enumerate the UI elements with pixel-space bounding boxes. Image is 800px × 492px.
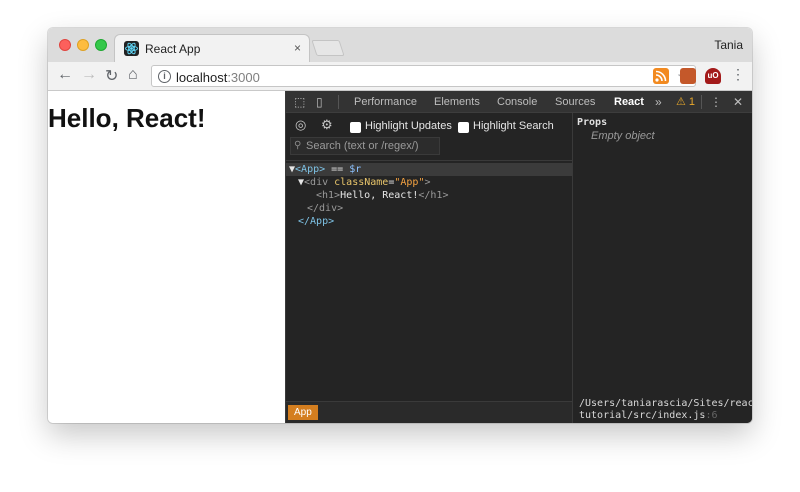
page-content: Hello, React! <box>48 91 285 423</box>
image-extension-icon[interactable] <box>680 68 696 84</box>
tab-performance[interactable]: Performance <box>354 96 417 108</box>
source-path: /Users/taniarascia/Sites/react-tutorial/… <box>579 398 752 421</box>
tree-row-app-close[interactable]: </App> <box>286 215 572 228</box>
url-text: localhost:3000 <box>176 70 260 85</box>
devtools-menu-icon[interactable]: ⋮ <box>710 95 722 109</box>
tag-close: </h1> <box>418 190 449 201</box>
tree-row-h1[interactable]: <h1>Hello, React!</h1> <box>286 189 572 202</box>
highlight-search-checkbox[interactable] <box>458 122 469 133</box>
tag-open: <h1> <box>316 190 341 201</box>
divider <box>701 95 702 109</box>
rss-icon[interactable] <box>653 68 669 84</box>
close-window-button[interactable] <box>59 39 71 51</box>
tab-console[interactable]: Console <box>497 96 537 108</box>
attr-value: "App" <box>394 177 425 188</box>
tree-row-div[interactable]: ▼<div className="App"> <box>286 176 572 189</box>
devtools-panel: ⬚ ▯ Performance Elements Console Sources… <box>285 91 752 423</box>
tab-sources[interactable]: Sources <box>555 96 595 108</box>
breadcrumb: App <box>286 401 572 423</box>
text-node: Hello, React! <box>340 190 419 201</box>
divider <box>338 95 339 109</box>
forward-icon[interactable]: → <box>81 66 97 84</box>
inspect-element-icon[interactable]: ⬚ <box>294 95 305 109</box>
source-location[interactable]: /Users/taniarascia/Sites/react-tutorial/… <box>579 398 752 422</box>
profile-name[interactable]: Tania <box>714 38 743 52</box>
react-toolbar: ◎ ⚙ Highlight Updates Highlight Search ⚲ <box>286 113 572 161</box>
tag-close: </App> <box>298 216 335 227</box>
source-line: :6 <box>705 410 718 421</box>
page-heading: Hello, React! <box>48 103 206 133</box>
component-search-input[interactable] <box>306 138 438 154</box>
component-search[interactable]: ⚲ <box>290 137 440 155</box>
tab-title: React App <box>145 42 201 56</box>
search-icon: ⚲ <box>294 140 302 151</box>
url-port: :3000 <box>227 70 260 85</box>
warning-count-badge[interactable]: ⚠ 1 <box>676 95 695 108</box>
locate-component-icon[interactable]: ◎ <box>295 117 306 133</box>
ref-equals: == <box>325 164 350 175</box>
back-icon[interactable]: ← <box>57 66 73 84</box>
minimize-window-button[interactable] <box>77 39 89 51</box>
ref-variable: $r <box>349 164 362 175</box>
tag-close: </div> <box>307 203 344 214</box>
tab-react[interactable]: React <box>614 96 644 108</box>
highlight-updates-checkbox[interactable] <box>350 122 361 133</box>
component-tree: ▼<App> == $r ▼<div className="App"> <h1>… <box>286 161 572 401</box>
highlight-updates-label: Highlight Updates <box>365 120 452 132</box>
url-host: localhost <box>176 70 228 85</box>
browser-menu-icon[interactable]: ⋮ <box>731 66 745 83</box>
address-bar[interactable]: i localhost:3000 ⚲ ☆ <box>151 65 696 87</box>
react-favicon-icon <box>124 41 139 56</box>
tab-strip: React App × Tania <box>48 28 752 62</box>
site-info-icon[interactable]: i <box>158 70 171 83</box>
highlight-search-label: Highlight Search <box>473 120 554 132</box>
props-title: Props <box>577 117 608 128</box>
close-devtools-icon[interactable]: ✕ <box>733 95 743 109</box>
browser-toolbar: ← → ↻ ⌂ i localhost:3000 ⚲ ☆ uO ⋮ <box>48 62 752 91</box>
new-tab-button[interactable] <box>311 40 345 56</box>
breadcrumb-app[interactable]: App <box>288 405 318 420</box>
devtools-tab-bar: ⬚ ▯ Performance Elements Console Sources… <box>286 91 752 113</box>
browser-window: React App × Tania ← → ↻ ⌂ i localhost:30… <box>48 28 752 423</box>
reload-icon[interactable]: ↻ <box>105 66 118 86</box>
props-pane: Props Empty object /Users/taniarascia/Si… <box>573 113 752 423</box>
more-tabs-icon[interactable]: » <box>655 95 662 109</box>
tab-react-app[interactable]: React App × <box>114 34 310 62</box>
tag-open: <div <box>304 177 335 188</box>
tree-row-div-close[interactable]: </div> <box>286 202 572 215</box>
ublock-icon[interactable]: uO <box>705 68 721 84</box>
home-icon[interactable]: ⌂ <box>128 66 138 84</box>
tree-row-app[interactable]: ▼<App> == $r <box>286 163 572 176</box>
tab-elements[interactable]: Elements <box>434 96 480 108</box>
tag-open: <App> <box>295 164 326 175</box>
settings-gear-icon[interactable]: ⚙ <box>321 117 333 133</box>
attr-name: className <box>334 177 389 188</box>
tab-close-icon[interactable]: × <box>294 41 301 55</box>
maximize-window-button[interactable] <box>95 39 107 51</box>
device-toolbar-icon[interactable]: ▯ <box>316 95 323 109</box>
props-empty-text: Empty object <box>591 130 655 142</box>
tag-open-end: > <box>424 177 431 188</box>
